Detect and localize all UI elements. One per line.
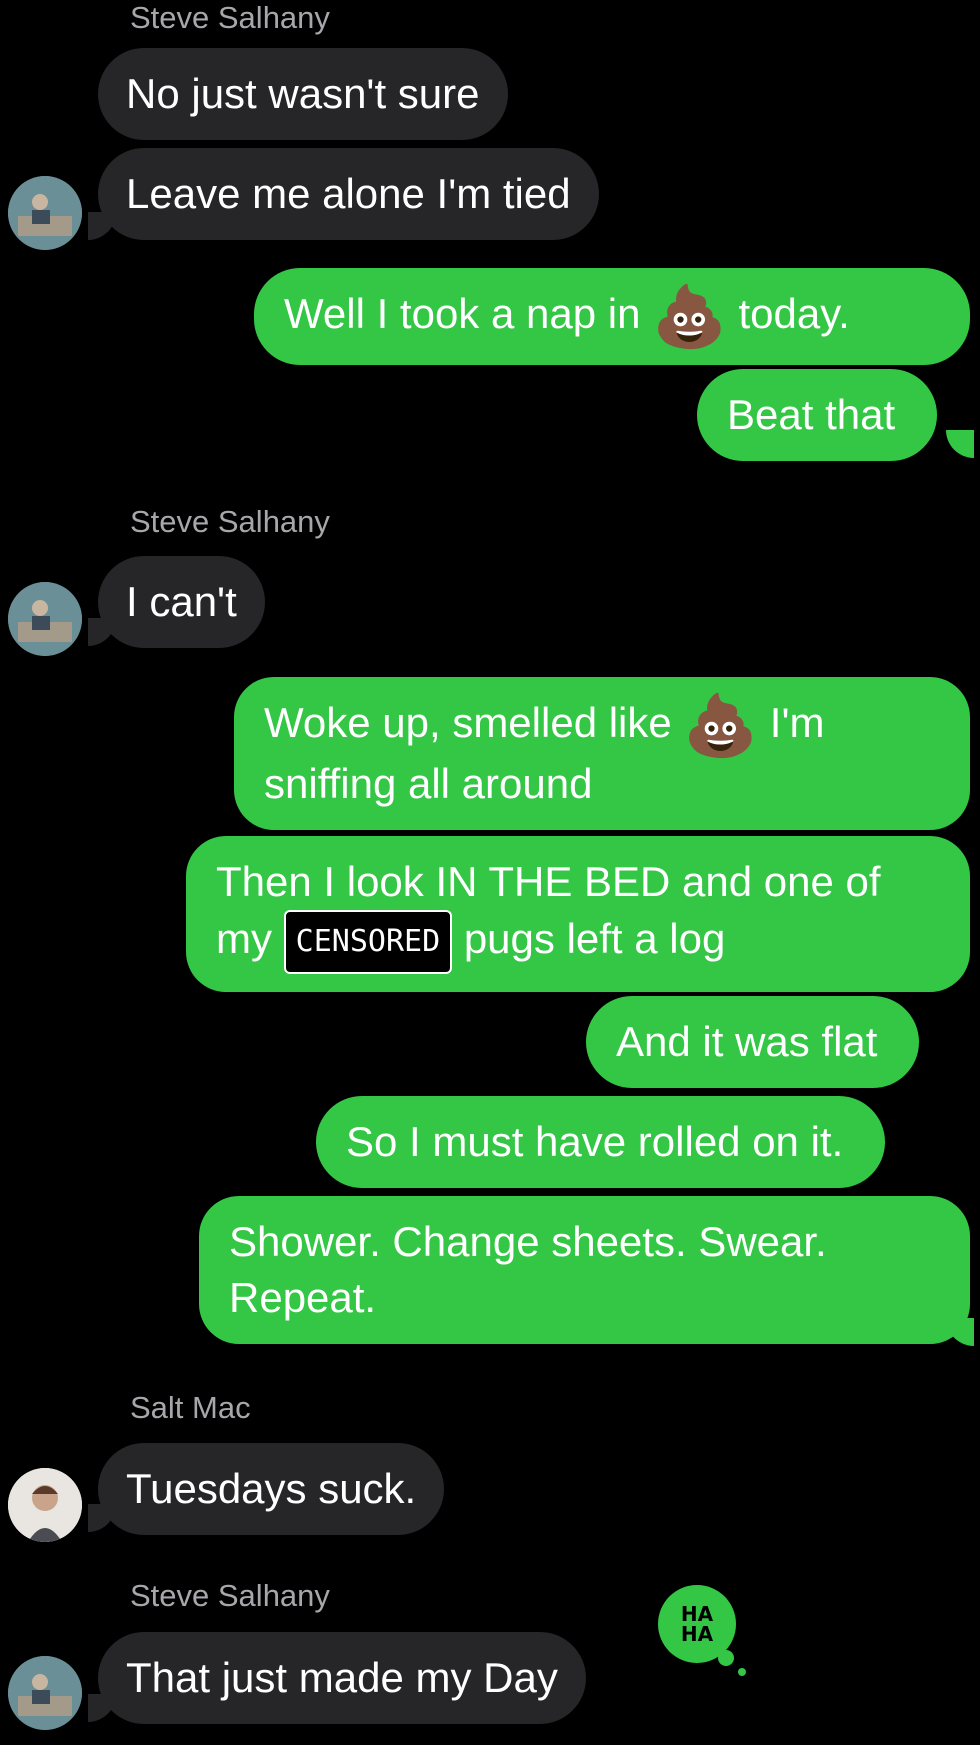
outgoing-message[interactable]: Shower. Change sheets. Swear. Repeat. xyxy=(199,1196,970,1344)
avatar-photo-icon xyxy=(8,582,82,656)
sender-name: Salt Mac xyxy=(130,1390,251,1425)
avatar-photo-icon xyxy=(8,1656,82,1730)
message-text: today. xyxy=(726,290,850,337)
bubble-tail xyxy=(946,430,974,458)
sender-name: Steve Salhany xyxy=(130,0,330,35)
poop-emoji-icon: 💩 xyxy=(683,691,759,759)
incoming-message[interactable]: Leave me alone I'm tied xyxy=(98,148,599,240)
reaction-tail-dot xyxy=(738,1668,746,1676)
reaction-label: HA HA xyxy=(680,1602,714,1646)
message-text: pugs left a log xyxy=(452,915,726,963)
outgoing-message[interactable]: So I must have rolled on it. xyxy=(316,1096,886,1188)
outgoing-message[interactable]: Well I took a nap in 💩 today. xyxy=(254,268,970,365)
avatar-photo-icon xyxy=(8,176,82,250)
message-text: Woke up, smelled like xyxy=(264,699,684,746)
censored-label: CENSORED xyxy=(283,910,453,974)
incoming-message[interactable]: I can't xyxy=(98,556,265,648)
avatar-steve[interactable] xyxy=(8,582,82,656)
bubble-tail xyxy=(946,1318,974,1346)
outgoing-message[interactable]: Beat that xyxy=(697,369,938,461)
avatar-steve[interactable] xyxy=(8,1656,82,1730)
sender-name: Steve Salhany xyxy=(130,1578,330,1613)
avatar-salt-mac[interactable] xyxy=(8,1468,82,1542)
outgoing-message[interactable]: And it was flat xyxy=(586,996,920,1088)
avatar-steve[interactable] xyxy=(8,176,82,250)
reaction-tail-dot xyxy=(718,1650,734,1666)
incoming-message[interactable]: That just made my Day xyxy=(98,1632,586,1724)
incoming-message[interactable]: No just wasn't sure xyxy=(98,48,508,140)
outgoing-message[interactable]: Woke up, smelled like 💩 I'm sniffing all… xyxy=(234,677,970,830)
sender-name: Steve Salhany xyxy=(130,504,330,539)
outgoing-message[interactable]: Then I look IN THE BED and one of my CEN… xyxy=(186,836,970,992)
avatar-photo-icon xyxy=(8,1468,82,1542)
poop-emoji-icon: 💩 xyxy=(652,282,727,350)
message-text: Well I took a nap in xyxy=(284,290,653,337)
incoming-message[interactable]: Tuesdays suck. xyxy=(98,1443,445,1535)
